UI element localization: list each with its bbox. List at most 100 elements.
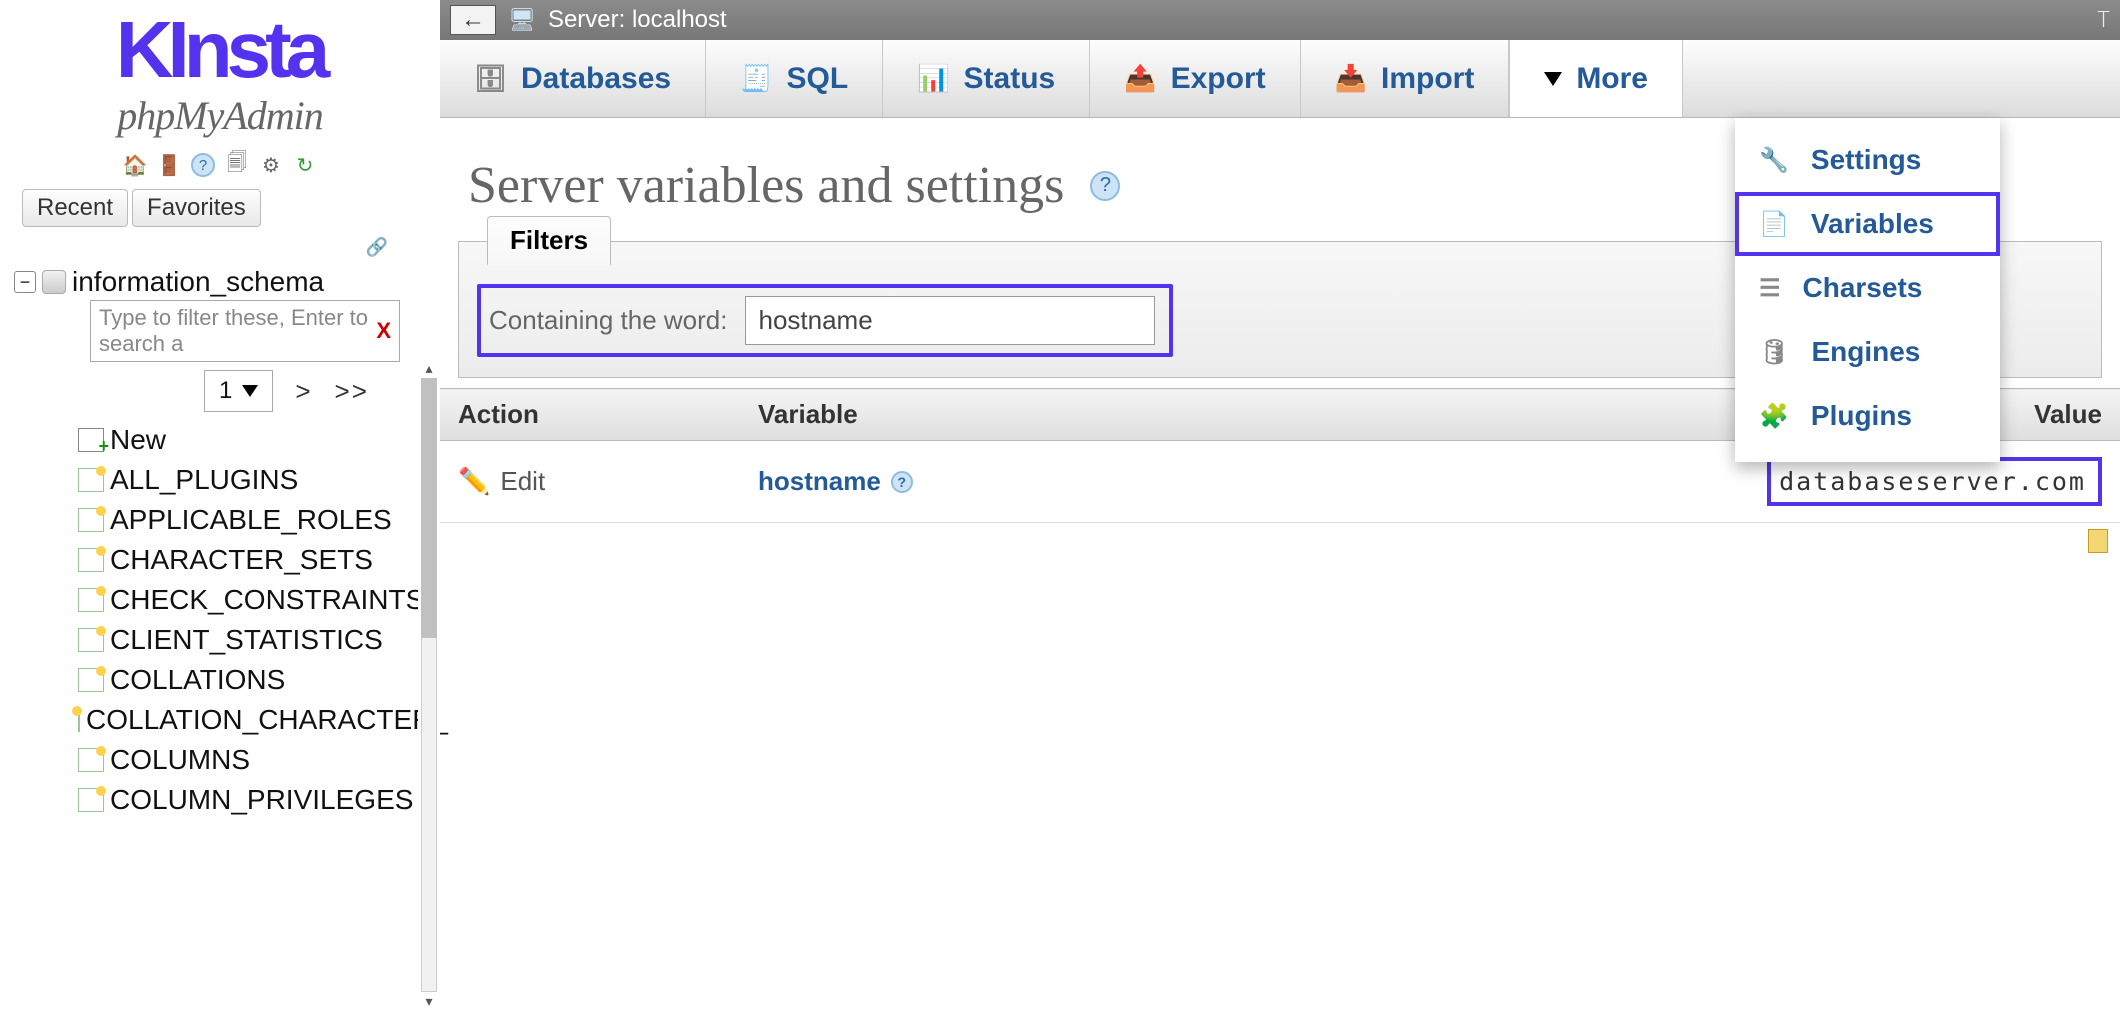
pager-last[interactable]: >> bbox=[335, 376, 369, 407]
dropdown-engines-label: Engines bbox=[1811, 336, 1920, 368]
chevron-down-icon bbox=[242, 385, 258, 397]
tree-collapse-icon[interactable]: − bbox=[14, 271, 36, 293]
tree-item-label: COLUMN_PRIVILEGES bbox=[110, 784, 413, 816]
dropdown-plugins-label: Plugins bbox=[1811, 400, 1912, 432]
variable-name-text: hostname bbox=[758, 466, 881, 497]
sidebar-scrollbar[interactable]: ▴ ▾ bbox=[418, 360, 440, 1010]
tree-item[interactable]: COLUMN_PRIVILEGES bbox=[78, 780, 432, 820]
status-icon: 📊 bbox=[917, 63, 949, 94]
help-icon[interactable]: ? bbox=[191, 153, 215, 177]
tab-more[interactable]: More bbox=[1509, 40, 1683, 117]
tree-item[interactable]: CLIENT_STATISTICS bbox=[78, 620, 432, 660]
tree-new[interactable]: New bbox=[78, 420, 432, 460]
dropdown-settings-label: Settings bbox=[1811, 144, 1921, 176]
gear-icon: 🛢 bbox=[1759, 338, 1789, 367]
page-select[interactable]: 1 bbox=[204, 370, 273, 412]
import-icon: 📥 bbox=[1335, 63, 1367, 94]
bookmark-icon[interactable] bbox=[2088, 529, 2108, 553]
gear-icon[interactable]: ⚙ bbox=[259, 153, 283, 177]
table-icon bbox=[78, 628, 104, 652]
table-icon bbox=[78, 708, 80, 732]
dropdown-item-variables[interactable]: 📄 Variables bbox=[1735, 192, 2000, 256]
tree-item[interactable]: COLLATION_CHARACTER_ bbox=[78, 700, 432, 740]
tree-item[interactable]: CHECK_CONSTRAINTS bbox=[78, 580, 432, 620]
main: ← 🖥 Server: localhost ⟙ 🗄Databases 🧾SQL … bbox=[440, 0, 2120, 1016]
logout-icon[interactable]: 🚪 bbox=[157, 153, 181, 177]
tree-item[interactable]: COLUMNS bbox=[78, 740, 432, 780]
tab-status-label: Status bbox=[964, 62, 1056, 96]
variable-help-icon[interactable]: ? bbox=[891, 471, 913, 493]
tree-item-label: APPLICABLE_ROLES bbox=[110, 504, 392, 536]
pager-next[interactable]: > bbox=[295, 376, 312, 407]
list-icon: ☰ bbox=[1759, 274, 1781, 303]
tab-export[interactable]: 📤Export bbox=[1090, 40, 1300, 117]
page-number: 1 bbox=[219, 377, 232, 405]
edit-link[interactable]: ✏️ Edit bbox=[458, 466, 545, 497]
variable-value: databaseserver.com bbox=[1767, 457, 2102, 506]
scroll-down-icon[interactable]: ▾ bbox=[418, 993, 440, 1010]
tree-item-label: COLLATIONS bbox=[110, 664, 285, 696]
tab-import[interactable]: 📥 Import bbox=[1301, 40, 1510, 117]
tab-more-label: More bbox=[1576, 62, 1648, 96]
table-icon bbox=[78, 508, 104, 532]
scroll-thumb[interactable] bbox=[421, 378, 437, 638]
reload-icon[interactable]: ↻ bbox=[293, 153, 317, 177]
table-icon bbox=[78, 588, 104, 612]
tab-status[interactable]: 📊 Status bbox=[883, 40, 1090, 117]
logo: KInsta phpMyAdmin bbox=[0, 0, 440, 139]
link-icon[interactable]: 🔗 bbox=[366, 237, 388, 258]
contain-row: Containing the word: bbox=[477, 284, 1173, 357]
scroll-up-icon[interactable]: ▴ bbox=[418, 360, 440, 377]
home-icon[interactable]: 🏠 bbox=[123, 153, 147, 177]
table-icon bbox=[78, 548, 104, 572]
topbar: ← 🖥 Server: localhost ⟙ bbox=[440, 0, 2120, 40]
tree-item[interactable]: COLLATIONS bbox=[78, 660, 432, 700]
tree-item[interactable]: APPLICABLE_ROLES bbox=[78, 500, 432, 540]
tree-item[interactable]: ALL_PLUGINS bbox=[78, 460, 432, 500]
database-name[interactable]: information_schema bbox=[72, 266, 324, 298]
mini-toolbar: 🏠 🚪 ? 🗐 ⚙ ↻ bbox=[0, 153, 440, 177]
sidebar-tabs: Recent Favorites bbox=[0, 183, 440, 233]
tree-item-label: COLLATION_CHARACTER_ bbox=[86, 704, 448, 736]
link-icon-row: 🔗 bbox=[0, 233, 440, 264]
tree-item[interactable]: CHARACTER_SETS bbox=[78, 540, 432, 580]
tree-root-row: − information_schema bbox=[14, 264, 432, 300]
tree-item-label: CHARACTER_SETS bbox=[110, 544, 373, 576]
sidebar: KInsta phpMyAdmin 🏠 🚪 ? 🗐 ⚙ ↻ Recent Fav… bbox=[0, 0, 440, 1016]
dropdown-charsets-label: Charsets bbox=[1803, 272, 1923, 304]
pencil-icon: ✏️ bbox=[458, 466, 490, 497]
col-action: Action bbox=[440, 389, 740, 441]
tab-databases[interactable]: 🗄Databases bbox=[440, 40, 706, 117]
logo-product: phpMyAdmin bbox=[30, 92, 410, 139]
tree-filter-input[interactable]: Type to filter these, Enter to search a … bbox=[90, 300, 400, 362]
tree-pager: 1 > >> bbox=[204, 362, 432, 420]
table-icon bbox=[78, 468, 104, 492]
database-icon bbox=[42, 270, 66, 294]
tab-recent[interactable]: Recent bbox=[22, 189, 128, 227]
tab-sql[interactable]: 🧾SQL bbox=[706, 40, 883, 117]
back-button[interactable]: ← bbox=[450, 5, 496, 35]
collapse-panel-icon[interactable]: ⟙ bbox=[2097, 7, 2110, 33]
tab-import-label: Import bbox=[1381, 62, 1474, 96]
page-help-icon[interactable]: ? bbox=[1090, 171, 1120, 201]
chevron-down-icon bbox=[1544, 72, 1562, 86]
variable-name[interactable]: hostname ? bbox=[758, 466, 913, 497]
dropdown-item-charsets[interactable]: ☰ Charsets bbox=[1735, 256, 2000, 320]
col-variable: Variable bbox=[740, 389, 1209, 441]
sql-icon: 🧾 bbox=[740, 63, 772, 94]
filter-clear-icon[interactable]: X bbox=[376, 318, 391, 344]
code-icon: 📄 bbox=[1759, 210, 1789, 239]
app-root: KInsta phpMyAdmin 🏠 🚪 ? 🗐 ⚙ ↻ Recent Fav… bbox=[0, 0, 2120, 1016]
tab-favorites[interactable]: Favorites bbox=[132, 189, 261, 227]
dropdown-item-plugins[interactable]: 🧩Plugins bbox=[1735, 384, 2000, 448]
dropdown-item-engines[interactable]: 🛢 Engines bbox=[1735, 320, 2000, 384]
docs-icon[interactable]: 🗐 bbox=[225, 153, 249, 177]
dropdown-variables-label: Variables bbox=[1811, 208, 1934, 240]
table-icon bbox=[78, 748, 104, 772]
table-icon bbox=[78, 788, 104, 812]
tree-filter-placeholder: Type to filter these, Enter to search a bbox=[99, 305, 376, 357]
export-icon: 📤 bbox=[1124, 63, 1156, 94]
server-icon: 🖥 bbox=[508, 7, 536, 33]
contain-input[interactable] bbox=[745, 296, 1155, 345]
dropdown-item-settings[interactable]: 🔧Settings bbox=[1735, 128, 2000, 192]
